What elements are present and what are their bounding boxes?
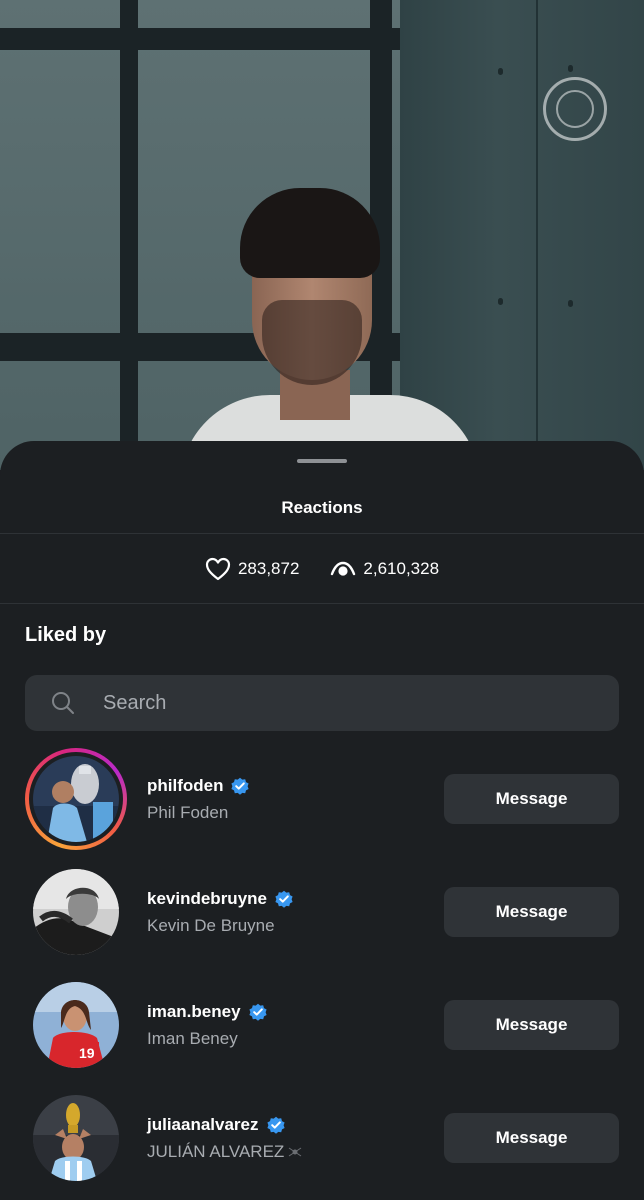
wall-bolt (498, 298, 503, 305)
list-item: kevindebruyne Kevin De Bruyne Message (0, 861, 644, 971)
sheet-title: Reactions (281, 498, 363, 517)
username-line: juliaanalvarez (147, 1115, 286, 1135)
wall-bolt (498, 68, 503, 75)
list-item: philfoden Phil Foden Message (0, 748, 644, 858)
avatar (33, 1095, 119, 1181)
divider (0, 603, 644, 604)
avatar (33, 869, 119, 955)
message-button[interactable]: Message (444, 1113, 619, 1163)
full-name: Iman Beney (147, 1029, 238, 1048)
reactions-sheet: Reactions 283,872 2,610,328 Liked by Sea… (0, 441, 644, 1200)
window-frame (120, 0, 138, 470)
username-line: philfoden (147, 776, 250, 796)
avatar-wrapper[interactable]: 19 (25, 974, 127, 1076)
verified-badge-icon (275, 890, 293, 908)
username[interactable]: juliaanalvarez (147, 1115, 259, 1135)
search-input[interactable] (101, 690, 565, 716)
avatar-wrapper[interactable] (25, 861, 127, 963)
search-bar[interactable] (25, 675, 619, 731)
wall-bolt (568, 300, 573, 307)
username-line: kevindebruyne (147, 889, 294, 909)
club-crest-watermark (543, 77, 607, 141)
heart-icon (205, 557, 231, 581)
avatar (33, 756, 119, 842)
message-button[interactable]: Message (444, 1000, 619, 1050)
verified-badge-icon (231, 777, 250, 795)
likes-count: 283,872 (237, 559, 300, 578)
message-button[interactable]: Message (444, 887, 619, 937)
video-background (0, 0, 644, 470)
liked-by-heading: Liked by (25, 624, 107, 646)
verified-badge-icon (248, 1003, 267, 1021)
drag-handle[interactable] (297, 459, 347, 463)
views-count: 2,610,328 (363, 559, 440, 578)
username[interactable]: kevindebruyne (147, 889, 267, 909)
list-item: 19 iman.beney Iman Beney Message (0, 974, 644, 1084)
spider-emoji-icon (289, 1147, 302, 1157)
wall-bolt (568, 65, 573, 72)
window-frame (0, 28, 400, 50)
search-icon (52, 692, 74, 714)
username[interactable]: iman.beney (147, 1002, 241, 1022)
views-stat[interactable]: 2,610,328 (330, 559, 439, 579)
avatar-wrapper[interactable] (25, 1087, 127, 1189)
verified-badge-icon (266, 1116, 285, 1134)
video-subject (180, 180, 480, 470)
eye-icon (331, 561, 356, 576)
svg-text:19: 19 (79, 1045, 95, 1061)
reaction-stats: 283,872 2,610,328 (0, 557, 644, 581)
divider (0, 533, 644, 534)
avatar: 19 (33, 982, 119, 1068)
avatar-story-ring[interactable] (25, 748, 127, 850)
username-line: iman.beney (147, 1002, 268, 1022)
likes-stat[interactable]: 283,872 (205, 557, 299, 581)
wall-seam (536, 0, 538, 470)
full-name: JULIÁN ALVAREZ (147, 1142, 302, 1162)
message-button[interactable]: Message (444, 774, 619, 824)
full-name: Kevin De Bruyne (147, 916, 275, 935)
username[interactable]: philfoden (147, 776, 223, 796)
full-name: Phil Foden (147, 803, 229, 822)
list-item: juliaanalvarez JULIÁN ALVAREZ Message (0, 1087, 644, 1197)
